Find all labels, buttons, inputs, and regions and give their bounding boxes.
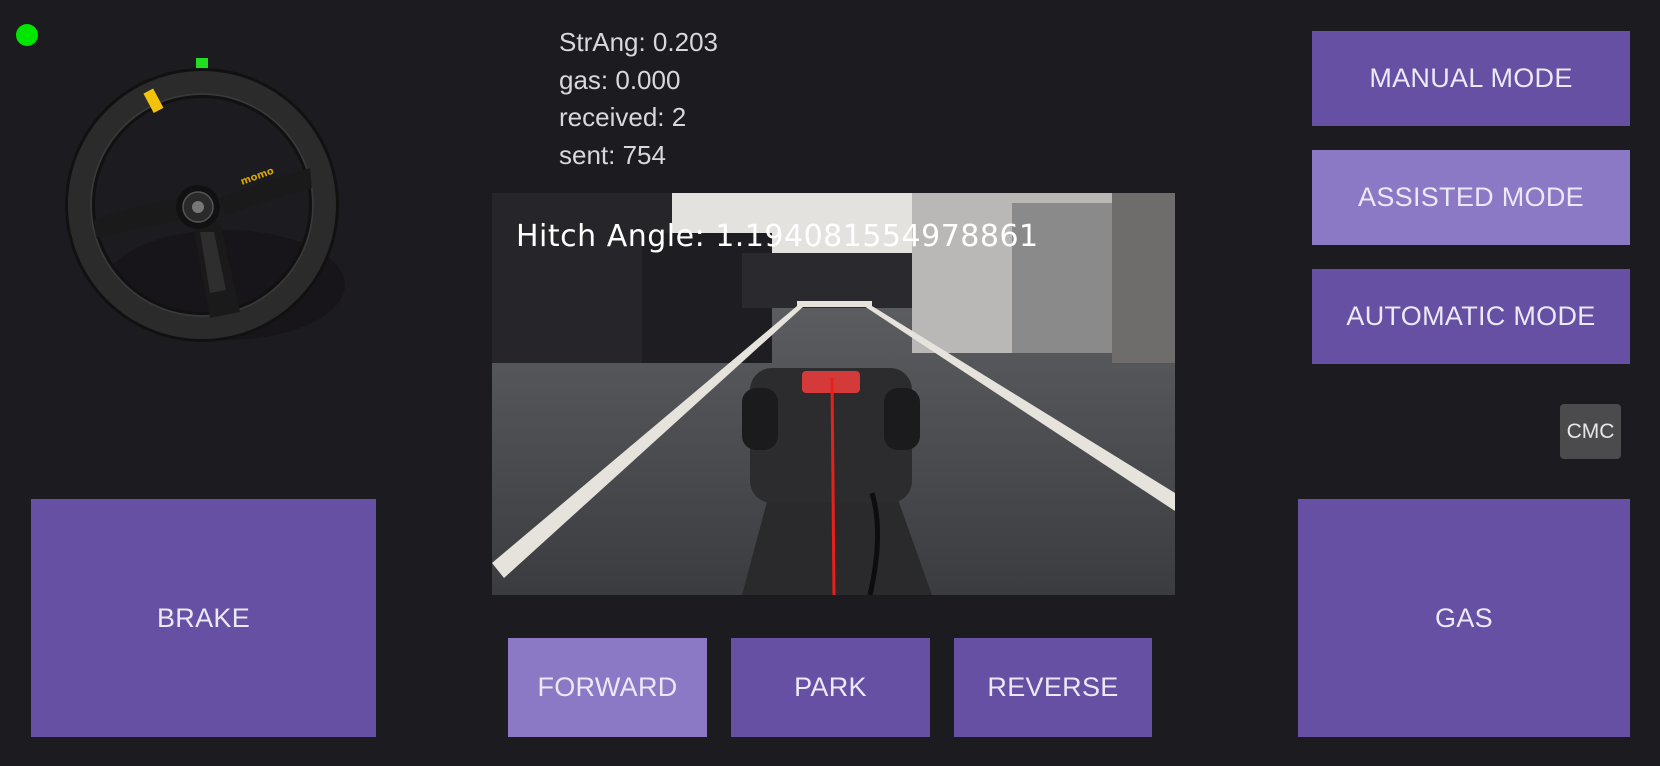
cmc-button[interactable]: CMC [1560,404,1621,459]
manual-mode-button[interactable]: MANUAL MODE [1312,31,1630,126]
gear-forward-button[interactable]: FORWARD [508,638,707,737]
sent-count-readout: sent: 754 [559,139,666,170]
received-count-readout: received: 2 [559,102,687,132]
gas-readout: gas: 0.000 [559,64,681,95]
steering-angle-readout: StrAng: 0.203 [559,27,718,57]
brake-button[interactable]: BRAKE [31,499,376,737]
camera-feed: Hitch Angle: 1.194081554978861 [492,193,1175,595]
telemetry-panel: StrAng: 0.203 gas: 0.000 received: 2 sen… [559,24,718,174]
gas-button[interactable]: GAS [1298,499,1630,737]
gear-park-button[interactable]: PARK [731,638,930,737]
hitch-angle-overlay: Hitch Angle: 1.194081554978861 [516,219,1039,254]
steering-wheel-icon[interactable]: momo [60,50,360,360]
gear-reverse-button[interactable]: REVERSE [954,638,1152,737]
connection-status-indicator [16,24,38,46]
assisted-mode-button[interactable]: ASSISTED MODE [1312,150,1630,245]
automatic-mode-button[interactable]: AUTOMATIC MODE [1312,269,1630,364]
